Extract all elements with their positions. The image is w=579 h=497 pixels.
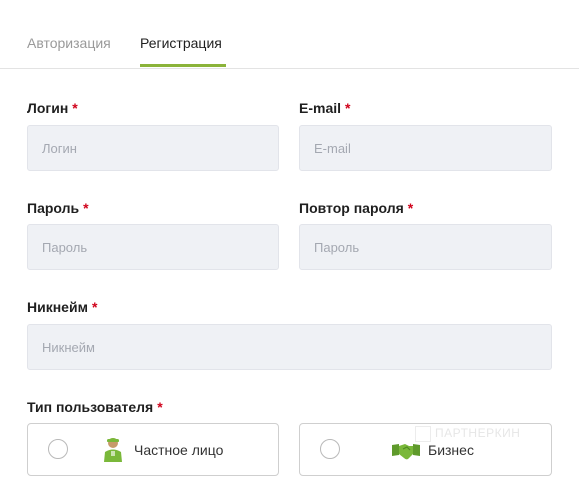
user-type-option-private[interactable]: Частное лицо	[27, 423, 279, 476]
option-private-label: Частное лицо	[134, 442, 224, 458]
email-label: E-mail *	[299, 100, 350, 116]
password-label-text: Пароль	[27, 200, 80, 216]
login-label-text: Логин	[27, 100, 69, 116]
password-repeat-input[interactable]	[299, 224, 552, 270]
email-input[interactable]	[299, 125, 552, 171]
required-mark: *	[83, 200, 89, 216]
email-label-text: E-mail	[299, 100, 342, 116]
tab-registration[interactable]: Регистрация	[140, 35, 222, 51]
handshake-icon	[392, 441, 420, 466]
password-label: Пароль *	[27, 200, 89, 216]
required-mark: *	[345, 100, 351, 116]
nickname-label: Никнейм *	[27, 299, 97, 315]
nickname-label-text: Никнейм	[27, 299, 88, 315]
auth-tabs: Авторизация Регистрация	[0, 0, 579, 69]
password-repeat-label: Повтор пароля *	[299, 200, 413, 216]
required-mark: *	[72, 100, 78, 116]
person-icon	[102, 436, 124, 469]
password-input[interactable]	[27, 224, 279, 270]
login-input[interactable]	[27, 125, 279, 171]
radio-button-business[interactable]	[320, 439, 340, 459]
active-tab-indicator	[140, 64, 226, 67]
user-type-label-text: Тип пользователя	[27, 399, 154, 415]
nickname-input[interactable]	[27, 324, 552, 370]
user-type-option-business[interactable]: ПАРТНЕРКИН Бизнес	[299, 423, 552, 476]
password-repeat-label-text: Повтор пароля	[299, 200, 404, 216]
radio-button-private[interactable]	[48, 439, 68, 459]
required-mark: *	[407, 200, 414, 216]
watermark-text: ПАРТНЕРКИН	[435, 426, 521, 440]
option-business-label: Бизнес	[428, 442, 474, 458]
required-mark: *	[91, 299, 98, 315]
tab-authorization[interactable]: Авторизация	[27, 35, 111, 51]
login-label: Логин *	[27, 100, 78, 116]
user-type-label: Тип пользователя *	[27, 399, 163, 415]
required-mark: *	[157, 399, 163, 415]
